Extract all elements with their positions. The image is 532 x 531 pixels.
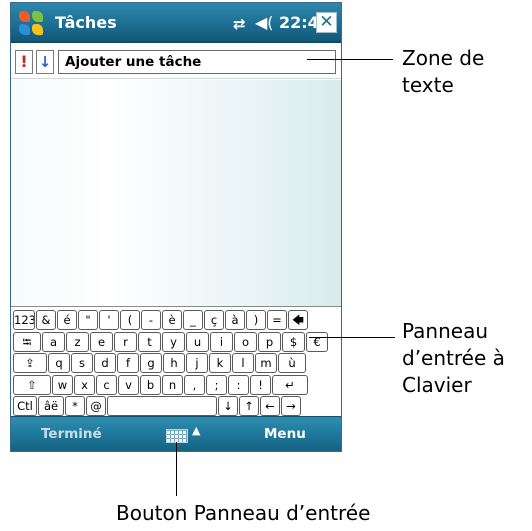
keyboard-key[interactable]: i (210, 331, 233, 352)
keyboard-key[interactable]: v (118, 374, 139, 395)
pocketpc-screen: Tâches ⇄ ◀( 22:46 ✕ ! ↓ Ajouter une tâch… (10, 2, 342, 452)
keyboard-key[interactable]: @ (86, 396, 106, 416)
key-arrow-up[interactable]: ↑ (239, 396, 259, 416)
keyboard-key[interactable]: é (57, 310, 77, 330)
task-entry-bar: ! ↓ Ajouter une tâche (11, 45, 341, 79)
keyboard-key[interactable]: e (90, 331, 113, 352)
input-panel-button[interactable]: ▲ (166, 424, 206, 446)
keyboard-key[interactable]: y (162, 331, 185, 352)
keyboard-key[interactable]: b (140, 374, 161, 395)
speaker-icon[interactable]: ◀( (255, 13, 274, 32)
keyboard-key[interactable]: ! (250, 374, 271, 395)
keyboard-key[interactable]: n (162, 374, 183, 395)
keyboard-key[interactable]: à (225, 310, 245, 330)
keyboard-key[interactable]: s (71, 353, 93, 373)
keyboard-key[interactable]: _ (183, 310, 203, 330)
keyboard-key[interactable]: z (66, 331, 89, 352)
key-arrow-down[interactable]: ↓ (218, 396, 238, 416)
keyboard-key[interactable]: q (48, 353, 70, 373)
keyboard-icon (166, 429, 188, 443)
caret-up-icon: ▲ (192, 424, 201, 437)
callout-line-text-zone (307, 59, 393, 60)
app-title: Tâches (55, 13, 117, 32)
callout-line-sip-button (176, 442, 177, 496)
keyboard-key[interactable]: , (184, 374, 205, 395)
keyboard-key[interactable]: ù (278, 353, 306, 373)
keyboard-key[interactable]: j (186, 353, 208, 373)
keyboard-key[interactable]: u (186, 331, 209, 352)
keyboard-key[interactable]: h (163, 353, 185, 373)
keyboard-key[interactable]: f (117, 353, 139, 373)
keyboard-key[interactable]: " (78, 310, 98, 330)
priority-high-icon[interactable]: ! (15, 50, 33, 74)
keyboard-key[interactable]: € (306, 331, 328, 352)
key-numbers[interactable]: 123 (13, 310, 35, 330)
keyboard-key[interactable]: r (114, 331, 137, 352)
key-space[interactable] (107, 396, 217, 416)
keyboard-key[interactable]: o (234, 331, 257, 352)
keyboard-key[interactable]: ; (206, 374, 227, 395)
keyboard-key[interactable]: g (140, 353, 162, 373)
callout-sip-button: Bouton Panneau d’entrée (116, 501, 371, 525)
key-backspace[interactable]: 🡄 (288, 310, 308, 330)
keyboard-key[interactable]: k (209, 353, 231, 373)
close-button[interactable]: ✕ (316, 12, 337, 33)
key-arrow-right[interactable]: → (281, 396, 301, 416)
callout-text-zone: Zone de texte (402, 46, 485, 97)
menu-softkey[interactable]: Menu (264, 426, 306, 442)
key-caps-lock[interactable]: ⇪ (13, 353, 47, 373)
key-tab[interactable]: ⭾ (13, 331, 41, 352)
keyboard-input-panel: 123 & é " '(- è _ ç à) = 🡄 ⭾ a z e r t y u i o p $ € ⇪ q s d f g h j k l m… (11, 306, 341, 416)
keyboard-key[interactable]: a (42, 331, 65, 352)
keyboard-key[interactable]: w (52, 374, 73, 395)
key-ctrl[interactable]: Ctl (13, 396, 37, 416)
key-accents[interactable]: âë (38, 396, 64, 416)
title-bar: Tâches ⇄ ◀( 22:46 ✕ (11, 3, 341, 43)
add-task-input[interactable]: Ajouter une tâche (58, 50, 336, 74)
keyboard-key[interactable]: = (267, 310, 287, 330)
connectivity-icon[interactable]: ⇄ (233, 15, 246, 33)
keyboard-key[interactable]: p (258, 331, 281, 352)
done-softkey[interactable]: Terminé (41, 426, 102, 442)
key-arrow-left[interactable]: ← (260, 396, 280, 416)
keyboard-key[interactable]: m (255, 353, 277, 373)
keyboard-key[interactable]: * (65, 396, 85, 416)
priority-low-icon[interactable]: ↓ (36, 50, 54, 74)
keyboard-key[interactable]: ç (204, 310, 224, 330)
keyboard-key[interactable]: l (232, 353, 254, 373)
keyboard-key[interactable]: & (36, 310, 56, 330)
key-enter[interactable]: ↵ (272, 374, 308, 395)
callout-line-keyboard-panel (309, 337, 395, 338)
task-list[interactable] (11, 80, 341, 306)
key-shift[interactable]: ⇧ (13, 374, 51, 395)
keyboard-key[interactable]: $ (282, 331, 305, 352)
windows-start-icon[interactable] (17, 9, 45, 37)
keyboard-key[interactable]: ) (246, 310, 266, 330)
keyboard-key[interactable]: ' (99, 310, 119, 330)
keyboard-key[interactable]: è (162, 310, 182, 330)
keyboard-key[interactable]: x (74, 374, 95, 395)
callout-keyboard-panel: Panneau d’entrée à Clavier (402, 319, 505, 397)
keyboard-key[interactable]: : (228, 374, 249, 395)
keyboard-key[interactable]: d (94, 353, 116, 373)
keyboard-key[interactable]: t (138, 331, 161, 352)
keyboard-key[interactable]: c (96, 374, 117, 395)
keyboard-key[interactable]: - (141, 310, 161, 330)
keyboard-key[interactable]: ( (120, 310, 140, 330)
